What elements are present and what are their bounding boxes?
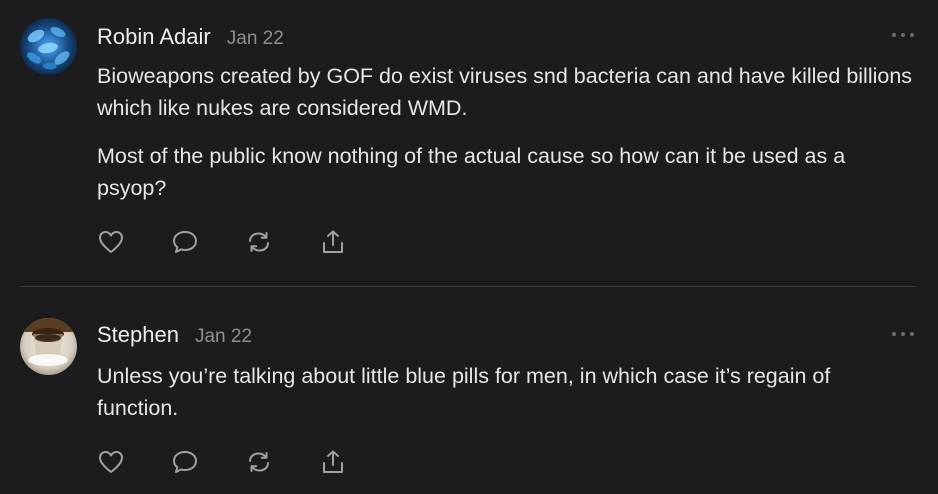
- comment-paragraph: Unless you’re talking about little blue …: [97, 364, 831, 420]
- comment-divider: [20, 286, 916, 287]
- restack-icon[interactable]: [245, 228, 273, 256]
- avatar[interactable]: [20, 318, 77, 375]
- comment-paragraph: Bioweapons created by GOF do exist virus…: [97, 64, 913, 120]
- restack-icon[interactable]: [245, 448, 273, 476]
- comment: Robin Adair Jan 22 Bioweapons created by…: [0, 0, 938, 286]
- comment-date[interactable]: Jan 22: [195, 326, 252, 348]
- author-name[interactable]: Stephen: [97, 322, 179, 348]
- more-options-icon[interactable]: [892, 30, 914, 40]
- heart-icon[interactable]: [97, 448, 125, 476]
- comment: Stephen Jan 22 Unless you’re talking abo…: [0, 288, 938, 494]
- share-icon[interactable]: [319, 448, 347, 476]
- comment-icon[interactable]: [171, 228, 199, 256]
- comment-actions: [97, 448, 393, 476]
- comment-body: Bioweapons created by GOF do exist virus…: [97, 60, 917, 220]
- comment-paragraph: Most of the public know nothing of the a…: [97, 144, 846, 200]
- heart-icon[interactable]: [97, 228, 125, 256]
- comment-actions: [97, 228, 393, 256]
- comment-body: Unless you’re talking about little blue …: [97, 360, 917, 440]
- author-name[interactable]: Robin Adair: [97, 24, 211, 50]
- share-icon[interactable]: [319, 228, 347, 256]
- comment-header: Robin Adair Jan 22: [97, 24, 284, 50]
- comment-header: Stephen Jan 22: [97, 322, 252, 348]
- avatar[interactable]: [20, 18, 77, 75]
- comment-date[interactable]: Jan 22: [227, 28, 284, 50]
- comment-icon[interactable]: [171, 448, 199, 476]
- more-options-icon[interactable]: [892, 329, 914, 339]
